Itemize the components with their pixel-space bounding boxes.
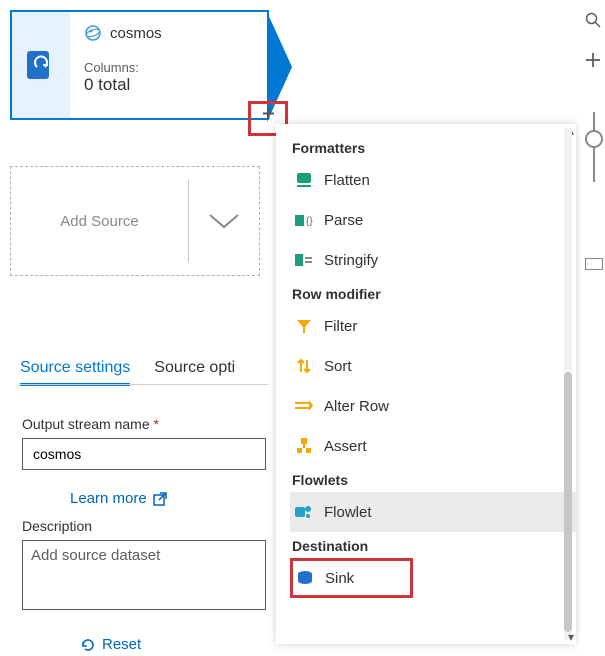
right-toolbar [580,0,605,656]
alter-row-icon [294,396,314,416]
group-formatters: Formatters [292,140,576,156]
menu-item-sort[interactable]: Sort [290,346,576,386]
tab-source-settings[interactable]: Source settings [20,359,130,386]
panel-scrollbar-thumb[interactable] [564,372,572,632]
parse-icon: {} [294,210,314,230]
transformation-menu: ▴ ▾ Formatters Flatten {} Parse Stringif… [276,124,576,644]
source-node-type-icon [12,12,70,118]
zoom-handle[interactable] [585,130,603,148]
cosmos-icon [84,24,102,42]
plus-icon[interactable] [580,40,605,80]
menu-item-parse[interactable]: {} Parse [290,200,576,240]
output-stream-name-input[interactable] [22,438,266,470]
stringify-icon [294,250,314,270]
sort-icon [294,356,314,376]
menu-item-alter-row[interactable]: Alter Row [290,386,576,426]
reset-icon [80,637,96,653]
source-node[interactable]: cosmos Columns: 0 total [10,10,269,120]
external-link-icon [153,492,167,506]
flowlet-icon [294,502,314,522]
flatten-icon [294,170,314,190]
svg-text:{}: {} [306,216,313,227]
learn-more-link[interactable]: Learn more [70,490,167,507]
output-stream-name-label: Output stream name * [22,416,159,432]
group-destination: Destination [292,538,576,554]
tab-source-options[interactable]: Source opti [154,359,235,386]
columns-value: 0 total [84,75,162,95]
description-textarea[interactable]: Add source dataset [22,540,266,610]
scroll-down-icon[interactable]: ▾ [568,630,574,644]
columns-label: Columns: [84,60,162,75]
search-icon[interactable] [580,0,605,40]
source-node-title: cosmos [110,25,162,42]
fit-to-screen-icon[interactable] [585,258,603,270]
assert-icon [294,436,314,456]
menu-item-flatten[interactable]: Flatten [290,160,576,200]
menu-item-stringify[interactable]: Stringify [290,240,576,280]
menu-item-flowlet[interactable]: Flowlet [290,492,576,532]
add-source-label: Add Source [11,213,188,230]
group-row-modifier: Row modifier [292,286,576,302]
reset-button[interactable]: Reset [80,636,141,653]
add-source-card[interactable]: Add Source [10,166,260,276]
menu-item-sink[interactable]: Sink [290,558,413,598]
sink-icon [295,568,315,588]
menu-item-assert[interactable]: Assert [290,426,576,466]
description-label: Description [22,518,92,534]
filter-icon [294,316,314,336]
group-flowlets: Flowlets [292,472,576,488]
chevron-down-icon[interactable] [189,211,259,231]
menu-item-filter[interactable]: Filter [290,306,576,346]
